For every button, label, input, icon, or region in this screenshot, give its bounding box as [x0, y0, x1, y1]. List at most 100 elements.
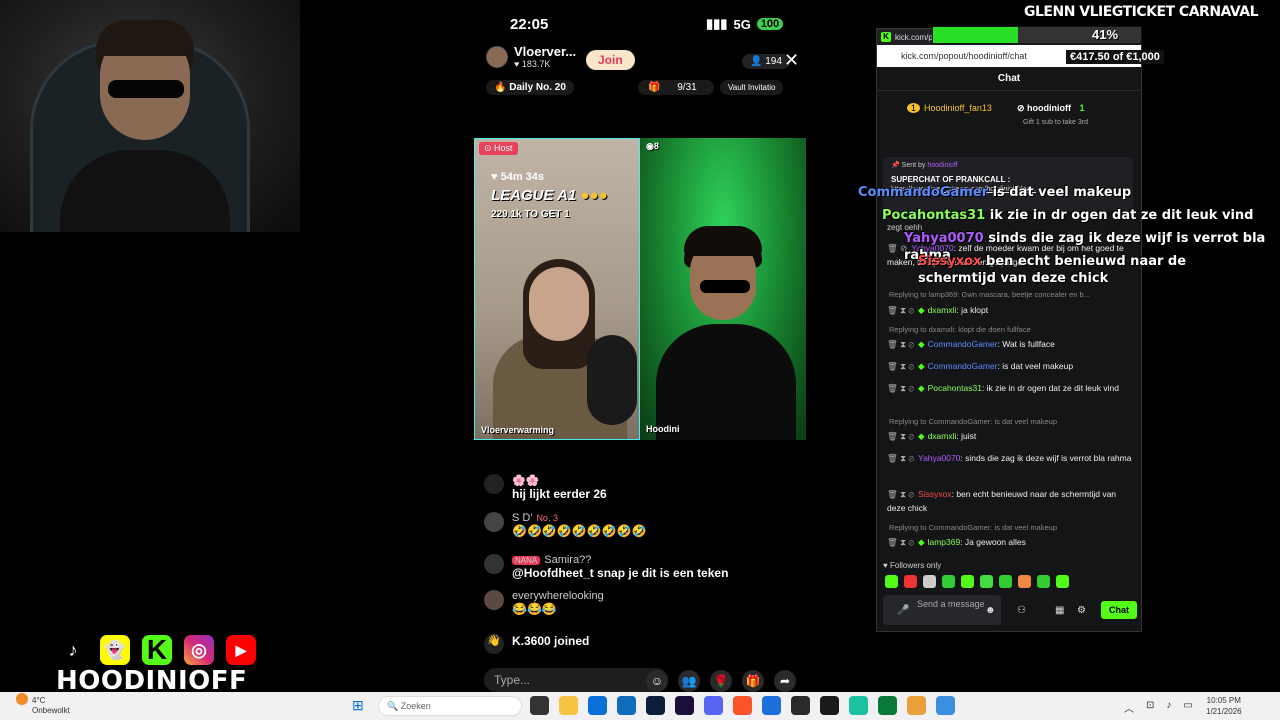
gift-icon[interactable]: 🎁 — [742, 670, 764, 692]
battery-indicator: 100 — [756, 18, 784, 30]
viewer-count: 👤 194 — [742, 54, 790, 69]
phone-status: ▮▮▮ 5G 100 — [706, 16, 784, 32]
store-icon[interactable]: ▦ — [1055, 605, 1064, 616]
goal-amount: €417.50 of €1,000 — [1066, 50, 1164, 64]
outlook-icon[interactable] — [617, 696, 636, 715]
app-icon[interactable] — [936, 696, 955, 715]
host-likes: ♥ 183.7K — [514, 59, 551, 69]
folder-icon[interactable] — [559, 696, 578, 715]
chat-message: 🗑 ⧗ ⊘ ◆ dxamxli: juist — [887, 431, 977, 441]
phone-action-icons: ☺ 👥 🌹 🎁 ➦ — [646, 670, 796, 692]
app-icon[interactable] — [820, 696, 839, 715]
gear-icon[interactable]: ⚙ — [1077, 605, 1086, 616]
overlay-message: Sissyxox ben echt benieuwd naar de scher… — [918, 254, 1187, 286]
goal-progress-fill — [933, 27, 1019, 43]
reply-context: Replying to CommandoGamer: is dat veel m… — [889, 523, 1057, 532]
comment-item: NANA Samira?? @Hoofdheet_t snap je dit is… — [484, 554, 728, 580]
premiere-icon[interactable] — [675, 696, 694, 715]
banner-title: GLENN VLIEGTICKET CARNAVAL — [1024, 4, 1259, 20]
youtube-icon: ▶ — [226, 635, 256, 665]
emote-icon[interactable] — [999, 575, 1012, 588]
share-icon[interactable]: ➦ — [774, 670, 796, 692]
gift-cta[interactable]: Gift 1 sub to take 3rd — [1023, 119, 1088, 126]
phone-clock: 22:05 — [510, 16, 549, 33]
left-video-feed[interactable]: ⊙ Host ♥ 54m 34s LEAGUE A1 ●●● 229.1k TO… — [474, 138, 640, 440]
left-video-name: Vloerverwarming — [481, 425, 555, 435]
battle-timer: ♥ 54m 34s — [491, 171, 545, 183]
chat-message: 🗑 ⧗ ⊘ Sissyxox: ben echt benieuwd naar de… — [887, 489, 1117, 513]
volume-icon[interactable]: ♪ — [1166, 700, 1171, 715]
mic-icon[interactable]: 🎤 — [897, 605, 909, 616]
followers-only-notice: ♥ Followers only — [883, 561, 942, 570]
emote-icon[interactable] — [885, 575, 898, 588]
weather-sun-icon — [16, 693, 28, 705]
right-video-feed[interactable]: ◉8 Hoodini — [640, 138, 806, 440]
emote-icon[interactable] — [1056, 575, 1069, 588]
taskbar-clock[interactable]: 10:05 PM 1/21/2026 — [1206, 695, 1242, 717]
host-name: Vloerver... — [514, 44, 577, 59]
app-icon[interactable] — [849, 696, 868, 715]
second-gifter[interactable]: ⊘ hoodinioff 1 — [1017, 103, 1085, 114]
taskbar-apps — [530, 696, 955, 715]
windows-taskbar: 4°C Onbewolkt ⊞ 🔍 Zoeken ︿ ⊡ ♪ ▭ 10:05 P… — [0, 692, 1280, 720]
gift-progress[interactable]: 🎁 9/31 — [638, 80, 714, 95]
chevron-up-icon[interactable]: ︿ — [1124, 700, 1134, 715]
app-icon[interactable] — [878, 696, 897, 715]
phone-live-view: 22:05 ▮▮▮ 5G 100 Vloerver... ♥ 183.7K Jo… — [474, 0, 806, 692]
rose-icon[interactable]: 🌹 — [710, 670, 732, 692]
users-icon[interactable]: 👥 — [678, 670, 700, 692]
task-view-icon[interactable] — [530, 696, 549, 715]
top-gifter[interactable]: 1 Hoodinioff_fan13 — [907, 103, 992, 113]
emoji-icon[interactable]: ☺ — [646, 670, 668, 692]
commenter-avatar — [484, 512, 504, 532]
chat-send-button[interactable]: Chat — [1101, 601, 1137, 619]
live-host-info[interactable]: Vloerver... ♥ 183.7K — [486, 44, 576, 69]
emote-icon[interactable] — [923, 575, 936, 588]
emote-icon[interactable] — [1018, 575, 1031, 588]
emote-icon[interactable] — [980, 575, 993, 588]
app-icon[interactable] — [907, 696, 926, 715]
brave-icon[interactable] — [733, 696, 752, 715]
discord-icon[interactable] — [704, 696, 723, 715]
comment-input[interactable]: Type... — [484, 668, 668, 692]
battery-icon[interactable]: ▭ — [1183, 700, 1192, 715]
tiktok-icon: ♪ — [68, 639, 78, 660]
commenter-avatar — [484, 590, 504, 610]
league-label: LEAGUE A1 ●●● — [491, 187, 608, 204]
network-label: 5G — [733, 16, 751, 32]
network-icon[interactable]: ⊡ — [1146, 700, 1154, 715]
comment-item: S D' No. 3 🤣🤣🤣🤣🤣🤣🤣🤣🤣 — [484, 512, 646, 538]
emote-icon[interactable] — [942, 575, 955, 588]
reply-context: Replying to CommandoGamer: is dat veel m… — [889, 417, 1057, 426]
right-video-name: Hoodini — [646, 424, 680, 434]
rank-badge: ◉8 — [646, 141, 659, 151]
system-tray: ︿ ⊡ ♪ ▭ — [1124, 700, 1193, 715]
snapchat-icon: 👻 — [100, 635, 130, 665]
chat-message: 🗑 ⧗ ⊘ ◆ dxamxli: ja klopt — [887, 305, 989, 315]
emoji-icon[interactable]: ☻ — [985, 605, 996, 616]
chat-message: 🗑 ⧗ ⊘ ◆ lamp369: Ja gewoon alles — [887, 537, 1026, 547]
emote-icon[interactable] — [961, 575, 974, 588]
photoshop-icon[interactable] — [646, 696, 665, 715]
overlay-message: CommandoGamer is dat veel makeup — [858, 185, 1132, 200]
join-button[interactable]: Join — [586, 50, 635, 70]
app-icon[interactable] — [588, 696, 607, 715]
overlay-message: Pocahontas31 ik zie in dr ogen dat ze di… — [882, 208, 1254, 223]
taskbar-search[interactable]: 🔍 Zoeken — [378, 696, 522, 716]
commenter-avatar — [484, 554, 504, 574]
emote-icon[interactable] — [1037, 575, 1050, 588]
windows-start-icon[interactable]: ⊞ — [352, 697, 364, 714]
vault-invitation[interactable]: Vault Invitatio — [720, 80, 784, 95]
webcam-feed — [0, 0, 300, 232]
users-icon[interactable]: ⚇ — [1017, 605, 1026, 616]
league-subtitle: 229.1k TO GET 1 — [491, 209, 570, 220]
close-icon[interactable]: ✕ — [784, 50, 799, 71]
daily-ranking[interactable]: 🔥 Daily No. 20 — [486, 80, 574, 95]
kick-favicon: K — [881, 32, 891, 42]
app-icon[interactable] — [762, 696, 781, 715]
chat-message: 🗑 ⧗ ⊘ ◆ CommandoGamer: is dat veel makeup — [887, 361, 1074, 371]
emote-icon[interactable] — [904, 575, 917, 588]
host-avatar — [486, 45, 508, 68]
commenter-avatar — [484, 474, 504, 494]
obs-icon[interactable] — [791, 696, 810, 715]
